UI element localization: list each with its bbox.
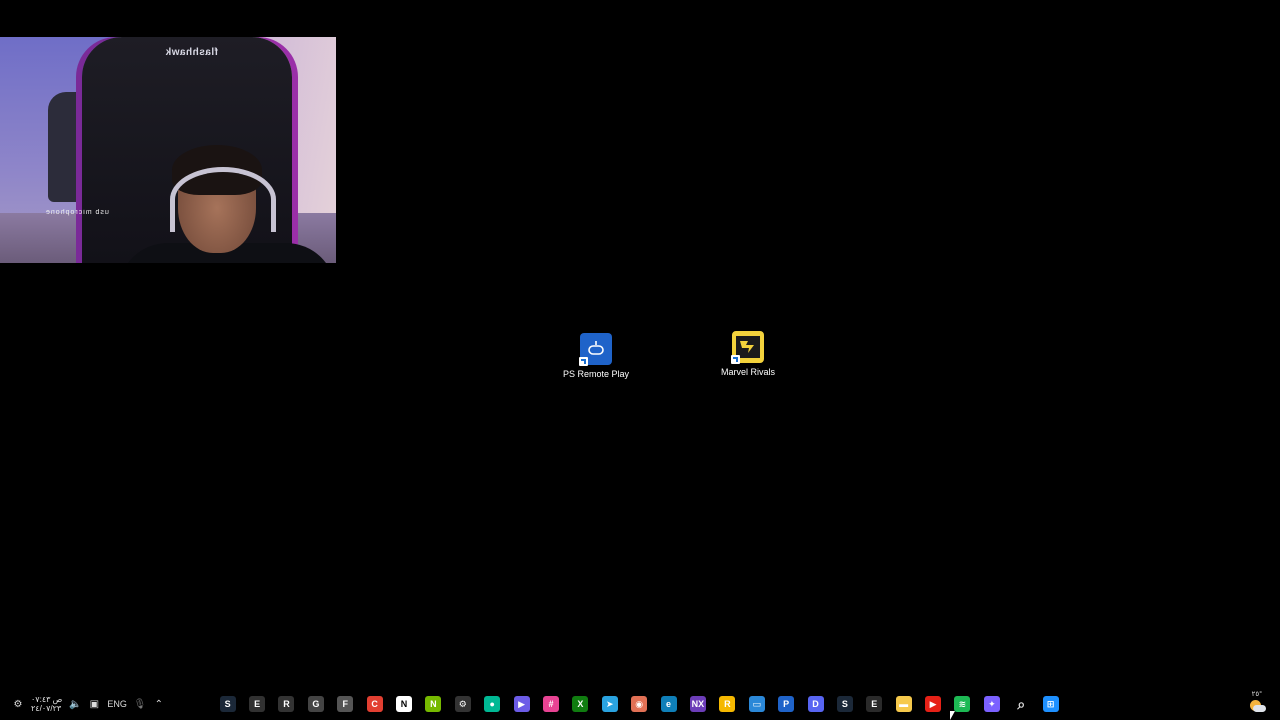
steelseries-icon[interactable]: ⚙ [451,692,474,716]
file-folder-icon-glyph: F [337,696,354,712]
rockstar-games-icon[interactable]: R [716,692,739,716]
weather-icon: ٢٥° [1246,691,1266,714]
rockstar-launcher-icon-glyph: R [278,696,295,712]
discord-icon[interactable]: D [804,692,827,716]
shortcut-arrow-icon [579,357,588,366]
xbox-icon[interactable]: X [569,692,592,716]
chat-app-icon-glyph: ● [484,696,501,712]
steam-icon-2[interactable]: S [833,692,856,716]
webcam-overlay: flashhawk usb microphone [0,37,336,263]
nexus-mods-icon-glyph: NX [689,696,706,712]
epic-games-icon-2-glyph: E [866,696,883,712]
mic-icon[interactable]: 🎙 [134,698,147,710]
system-tray: ⚙ ص ٠٧:٤٣ ٢٤/٠٧/٢٣ 🔈 ▣ ENG 🎙 ⌃ [12,688,165,720]
gog-galaxy-icon[interactable]: G [304,692,327,716]
calendar-icon-glyph: # [542,696,559,712]
clock-time: ص ٠٧:٤٣ [31,695,63,704]
edge-icon-glyph: e [660,696,677,712]
search-icon[interactable]: ⌕ [1010,692,1033,716]
clock[interactable]: ص ٠٧:٤٣ ٢٤/٠٧/٢٣ [31,695,62,713]
gog-galaxy-icon-glyph: G [307,696,324,712]
copilot-icon-glyph: ✦ [983,696,1000,712]
mic-tag-text: usb microphone [45,209,109,216]
mouse-cursor [950,711,955,720]
clock-date: ٢٤/٠٧/٢٣ [31,704,62,713]
shortcut-arrow-icon [731,355,740,364]
chair-brand-text: flashhawk [165,47,218,58]
ps-remote-play-icon[interactable]: P [774,692,797,716]
desktop-icon-label: PS Remote Play [562,369,630,379]
headset [170,167,276,232]
remote-desktop-icon[interactable]: ▭ [745,692,768,716]
taskbar-apps: S E R G F C N N ⚙ ● ▶ # X ➤ ◉ e NX R ▭ P D S E ▬ ▶ ≋ ✦ ⌕ ⊞ [216,688,1062,720]
ps-remote-play-icon-glyph: P [778,696,795,712]
discord-icon-glyph: D [807,696,824,712]
xbox-icon-glyph: X [572,696,589,712]
edge-icon[interactable]: e [657,692,680,716]
photos-icon-glyph: ◉ [631,696,648,712]
epic-games-icon-2[interactable]: E [863,692,886,716]
volume-icon[interactable]: 🔈 [69,698,81,710]
telegram-icon[interactable]: ➤ [598,692,621,716]
nvidia-icon[interactable]: N [422,692,445,716]
marvel-rivals-icon [731,331,764,364]
video-editor-icon[interactable]: ▶ [510,692,533,716]
telegram-icon-glyph: ➤ [601,696,618,712]
desktop-icon-label: Marvel Rivals [720,367,775,377]
spotify-icon-glyph: ≋ [954,696,971,712]
photos-icon[interactable]: ◉ [627,692,650,716]
chevron-up-icon[interactable]: ⌃ [153,698,165,710]
desktop-icon-ps-remote-play[interactable]: PS Remote Play [558,333,634,379]
video-editor-icon-glyph: ▶ [513,696,530,712]
file-explorer-icon-glyph: ▬ [895,696,912,712]
language-indicator[interactable]: ENG [107,699,127,709]
copilot-icon[interactable]: ✦ [980,692,1003,716]
weather-widget[interactable]: ٢٥° [1246,688,1266,720]
rockstar-games-icon-glyph: R [719,696,736,712]
settings-icon[interactable]: ⚙ [12,698,24,710]
notion-icon[interactable]: N [392,692,415,716]
youtube-icon-glyph: ▶ [925,696,942,712]
chrome-icon-glyph: C [366,696,383,712]
steam-icon[interactable]: S [216,692,239,716]
file-explorer-icon[interactable]: ▬ [892,692,915,716]
windows-start-icon-glyph: ⊞ [1042,696,1059,712]
remote-desktop-icon-glyph: ▭ [748,696,765,712]
steam-icon-glyph: S [219,696,236,712]
windows-start-icon[interactable]: ⊞ [1039,692,1062,716]
desktop-icon-marvel-rivals[interactable]: Marvel Rivals [710,331,786,377]
steam-icon-2-glyph: S [836,696,853,712]
ps-remote-play-icon [579,333,612,366]
nvidia-icon-glyph: N [425,696,442,712]
rockstar-launcher-icon[interactable]: R [275,692,298,716]
epic-games-icon-glyph: E [249,696,266,712]
youtube-icon[interactable]: ▶ [921,692,944,716]
calendar-icon[interactable]: # [539,692,562,716]
file-folder-icon[interactable]: F [334,692,357,716]
notion-icon-glyph: N [396,696,413,712]
chat-app-icon[interactable]: ● [481,692,504,716]
epic-games-icon[interactable]: E [245,692,268,716]
taskbar: ⚙ ص ٠٧:٤٣ ٢٤/٠٧/٢٣ 🔈 ▣ ENG 🎙 ⌃ S E R G F C N N ⚙… [0,688,1280,720]
chrome-icon[interactable]: C [363,692,386,716]
network-icon[interactable]: ▣ [88,698,100,710]
nexus-mods-icon[interactable]: NX [686,692,709,716]
steelseries-icon-glyph: ⚙ [454,696,471,712]
weather-temp: ٢٥° [1251,691,1262,698]
search-icon-glyph: ⌕ [1013,696,1030,712]
desktop: flashhawk usb microphone PS Remote Play … [0,0,1280,720]
